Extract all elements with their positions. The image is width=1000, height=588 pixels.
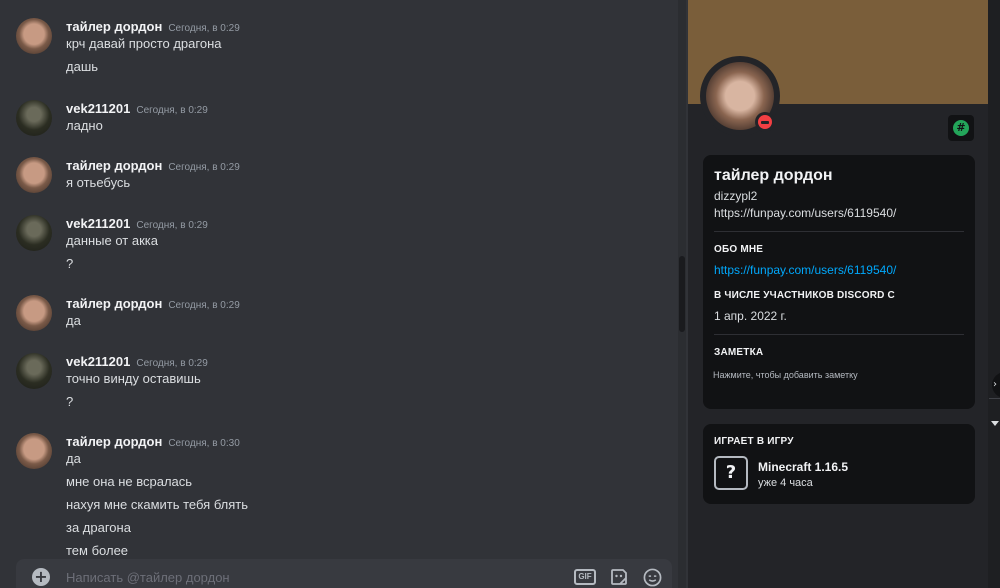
- message-text: данные от акка: [66, 233, 158, 248]
- message-text: крч давай просто драгона: [66, 36, 222, 51]
- about-heading: ОБО МНЕ: [714, 244, 764, 255]
- message-author[interactable]: тайлер дордон: [66, 296, 162, 311]
- message-text: ?: [66, 256, 74, 271]
- profile-info-card: тайлер дордон dizzypl2 https://funpay.co…: [703, 155, 975, 409]
- activity-elapsed: уже 4 часа: [758, 477, 813, 489]
- message-input[interactable]: [66, 565, 506, 588]
- message-timestamp: Сегодня, в 0:29: [168, 23, 240, 34]
- right-edge-strip: [988, 0, 1000, 588]
- sticker-icon[interactable]: [610, 568, 628, 586]
- dnd-status-icon: [755, 112, 775, 132]
- message-avatar[interactable]: [16, 100, 52, 136]
- message-text: ладно: [66, 118, 103, 133]
- message-text: дашь: [66, 59, 99, 74]
- message-group: тайлер дордон Сегодня, в 0:29 я отьебусь: [0, 155, 670, 200]
- nitro-badge-icon[interactable]: #: [948, 115, 974, 141]
- chat-scrollbar-thumb[interactable]: [679, 256, 685, 332]
- emoji-icon[interactable]: [643, 568, 662, 587]
- message-avatar[interactable]: [16, 353, 52, 389]
- chat-area: тайлер дордон Сегодня, в 0:29 крч давай пр…: [0, 0, 688, 588]
- message-group: vek211201 Сегодня, в 0:29 точно винду оста…: [0, 351, 670, 419]
- unknown-game-icon: ?: [714, 456, 748, 490]
- message-text: да: [66, 313, 81, 328]
- message-header: тайлер дордон Сегодня, в 0:30: [66, 431, 240, 450]
- message-header: vek211201 Сегодня, в 0:29: [66, 351, 208, 370]
- message-timestamp: Сегодня, в 0:29: [136, 220, 208, 231]
- caret-down-icon[interactable]: [991, 421, 999, 426]
- message-author[interactable]: тайлер дордон: [66, 158, 162, 173]
- message-text: да: [66, 451, 81, 466]
- message-avatar[interactable]: [16, 295, 52, 331]
- message-author[interactable]: vek211201: [66, 101, 130, 116]
- divider: [714, 334, 964, 335]
- message-avatar[interactable]: [16, 433, 52, 469]
- member-since-heading: В ЧИСЛЕ УЧАСТНИКОВ DISCORD С: [714, 290, 895, 301]
- message-group: тайлер дордон Сегодня, в 0:30 да мне она не…: [0, 431, 670, 568]
- message-text: мне она не всралась: [66, 474, 193, 489]
- message-text: нахуя мне скамить тебя блять: [66, 497, 249, 512]
- message-text: ?: [66, 394, 74, 409]
- message-avatar[interactable]: [16, 157, 52, 193]
- message-text: тем более: [66, 543, 129, 558]
- activity-card: ИГРАЕТ В ИГРУ ? Minecraft 1.16.5 уже 4 ч…: [703, 424, 975, 504]
- message-timestamp: Сегодня, в 0:29: [168, 162, 240, 173]
- activity-heading: ИГРАЕТ В ИГРУ: [714, 436, 794, 447]
- profile-display-name: тайлер дордон: [714, 167, 833, 184]
- message-author[interactable]: vek211201: [66, 354, 130, 369]
- plus-circle-icon[interactable]: +: [32, 568, 50, 586]
- about-link[interactable]: https://funpay.com/users/6119540/: [714, 263, 896, 277]
- message-avatar[interactable]: [16, 215, 52, 251]
- message-text: я отьебусь: [66, 175, 131, 190]
- message-group: vek211201 Сегодня, в 0:29 данные от акка?: [0, 213, 670, 281]
- message-header: тайлер дордон Сегодня, в 0:29: [66, 155, 240, 174]
- divider: [714, 231, 964, 232]
- profile-username: dizzypl2: [714, 189, 758, 203]
- message-author[interactable]: vek211201: [66, 216, 130, 231]
- message-timestamp: Сегодня, в 0:29: [168, 300, 240, 311]
- message-header: vek211201 Сегодня, в 0:29: [66, 98, 208, 117]
- message-text: за драгона: [66, 520, 131, 535]
- gif-button[interactable]: GIF: [574, 569, 596, 585]
- divider: [989, 398, 1000, 399]
- message-avatar[interactable]: [16, 18, 52, 54]
- message-header: тайлер дордон Сегодня, в 0:29: [66, 16, 240, 35]
- message-timestamp: Сегодня, в 0:30: [168, 438, 240, 449]
- message-author[interactable]: тайлер дордон: [66, 19, 162, 34]
- message-text: точно винду оставишь: [66, 371, 201, 386]
- message-group: тайлер дордон Сегодня, в 0:29 крч давай пр…: [0, 16, 670, 84]
- note-input[interactable]: [713, 367, 963, 383]
- user-profile-panel: # тайлер дордон dizzypl2 https://funpay.…: [688, 0, 988, 588]
- message-timestamp: Сегодня, в 0:29: [136, 358, 208, 369]
- message-header: vek211201 Сегодня, в 0:29: [66, 213, 208, 232]
- message-timestamp: Сегодня, в 0:29: [136, 105, 208, 116]
- activity-game-name: Minecraft 1.16.5: [758, 460, 849, 474]
- message-composer: + GIF: [16, 559, 672, 588]
- note-heading: ЗАМЕТКА: [714, 347, 764, 358]
- message-header: тайлер дордон Сегодня, в 0:29: [66, 293, 240, 312]
- message-group: тайлер дордон Сегодня, в 0:29 да: [0, 293, 670, 338]
- message-author[interactable]: тайлер дордон: [66, 434, 162, 449]
- profile-pronouns: https://funpay.com/users/6119540/: [714, 206, 897, 220]
- message-group: vek211201 Сегодня, в 0:29 ладно: [0, 98, 670, 143]
- member-since-value: 1 апр. 2022 г.: [714, 309, 787, 323]
